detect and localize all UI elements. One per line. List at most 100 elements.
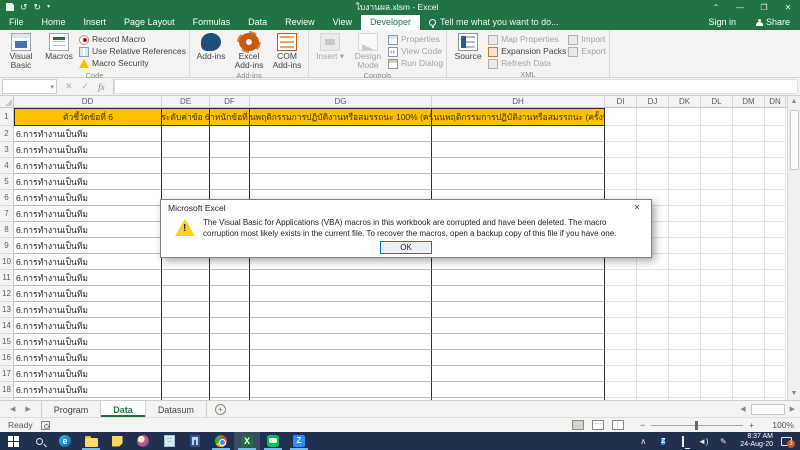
- cell-DJ18[interactable]: [637, 382, 669, 398]
- ribbon-tab-view[interactable]: View: [324, 15, 361, 30]
- cell-DE5[interactable]: [162, 174, 210, 190]
- export-button[interactable]: Export: [568, 46, 606, 57]
- macros-button[interactable]: Macros: [41, 32, 77, 61]
- cell-DI18[interactable]: [605, 382, 637, 398]
- cell-DN17[interactable]: [765, 366, 786, 382]
- cell-DF4[interactable]: [210, 158, 250, 174]
- cell-DM7[interactable]: [733, 206, 765, 222]
- cell-DH15[interactable]: [432, 334, 605, 350]
- cell-DG2[interactable]: [250, 126, 432, 142]
- row-header-11[interactable]: 11: [0, 270, 14, 286]
- column-header-DL[interactable]: DL: [701, 96, 733, 107]
- cell-DD2[interactable]: 6.การทำงานเป็นทีม: [14, 126, 162, 142]
- cell-DH14[interactable]: [432, 318, 605, 334]
- row-header-4[interactable]: 4: [0, 158, 14, 174]
- row-header-2[interactable]: 2: [0, 126, 14, 142]
- hscroll-right-icon[interactable]: ▶: [787, 405, 798, 413]
- ribbon-display-options-icon[interactable]: ⌃: [704, 3, 728, 12]
- start-button[interactable]: [0, 432, 26, 450]
- cell-DK11[interactable]: [669, 270, 701, 286]
- cell-DE3[interactable]: [162, 142, 210, 158]
- cell-DM12[interactable]: [733, 286, 765, 302]
- cell-DI2[interactable]: [605, 126, 637, 142]
- formula-input[interactable]: [114, 79, 798, 94]
- cell-DD15[interactable]: 6.การทำงานเป็นทีม: [14, 334, 162, 350]
- cell-DD8[interactable]: 6.การทำงานเป็นทีม: [14, 222, 162, 238]
- row-header-14[interactable]: 14: [0, 318, 14, 334]
- cell-DL14[interactable]: [701, 318, 733, 334]
- cell-DH2[interactable]: [432, 126, 605, 142]
- column-header-DN[interactable]: DN: [765, 96, 786, 107]
- sheet-tab-data[interactable]: Data: [101, 401, 146, 417]
- cell-DD19[interactable]: 6.การทำงานเป็นทีม: [14, 398, 162, 400]
- cell-DK18[interactable]: [669, 382, 701, 398]
- row-header-6[interactable]: 6: [0, 190, 14, 206]
- cell-DK1[interactable]: [669, 108, 701, 126]
- row-header-15[interactable]: 15: [0, 334, 14, 350]
- cell-DJ12[interactable]: [637, 286, 669, 302]
- cell-DG17[interactable]: [250, 366, 432, 382]
- cell-DD1[interactable]: ตัวชี้วัดข้อที่ 6: [14, 108, 162, 126]
- column-header-DM[interactable]: DM: [733, 96, 765, 107]
- taskbar-chrome-button[interactable]: [208, 432, 234, 450]
- cell-DN12[interactable]: [765, 286, 786, 302]
- ribbon-tab-formulas[interactable]: Formulas: [184, 15, 240, 30]
- redo-icon[interactable]: ↻: [34, 2, 42, 12]
- cell-DM3[interactable]: [733, 142, 765, 158]
- sheet-tab-datasum[interactable]: Datasum: [146, 401, 207, 417]
- cell-DK9[interactable]: [669, 238, 701, 254]
- cell-DL19[interactable]: [701, 398, 733, 400]
- cell-DG3[interactable]: [250, 142, 432, 158]
- column-header-DG[interactable]: DG: [250, 96, 432, 107]
- taskbar-clock[interactable]: 8:37 AM 24-Aug-20: [734, 433, 779, 449]
- cell-DL7[interactable]: [701, 206, 733, 222]
- cell-DF1[interactable]: น้ำหนักข้อที่ 6: [210, 108, 250, 126]
- hscroll-left-icon[interactable]: ◀: [737, 405, 748, 413]
- cell-DF3[interactable]: [210, 142, 250, 158]
- share-button[interactable]: Share: [746, 15, 800, 30]
- cell-DI19[interactable]: [605, 398, 637, 400]
- view-code-button[interactable]: View Code: [388, 46, 443, 57]
- zoom-out-icon[interactable]: −: [640, 420, 645, 430]
- cell-DE2[interactable]: [162, 126, 210, 142]
- cell-DG5[interactable]: [250, 174, 432, 190]
- cell-DF16[interactable]: [210, 350, 250, 366]
- taskbar-edge-button[interactable]: e: [52, 432, 78, 450]
- cell-DJ17[interactable]: [637, 366, 669, 382]
- column-header-DD[interactable]: DD: [14, 96, 162, 107]
- macro-security-button[interactable]: Macro Security: [79, 58, 186, 69]
- speaker-icon[interactable]: ◄): [694, 437, 712, 446]
- com-add-ins-button[interactable]: COM Add-ins: [269, 32, 305, 70]
- import-button[interactable]: Import: [568, 34, 606, 45]
- cell-DI14[interactable]: [605, 318, 637, 334]
- taskbar-paint-app-button[interactable]: [130, 432, 156, 450]
- cell-DL2[interactable]: [701, 126, 733, 142]
- column-header-DK[interactable]: DK: [669, 96, 701, 107]
- cell-DJ15[interactable]: [637, 334, 669, 350]
- cell-DE14[interactable]: [162, 318, 210, 334]
- cell-DN14[interactable]: [765, 318, 786, 334]
- cell-DJ19[interactable]: [637, 398, 669, 400]
- cell-DI3[interactable]: [605, 142, 637, 158]
- cell-DD12[interactable]: 6.การทำงานเป็นทีม: [14, 286, 162, 302]
- cell-DM10[interactable]: [733, 254, 765, 270]
- cell-DN11[interactable]: [765, 270, 786, 286]
- cell-DD10[interactable]: 6.การทำงานเป็นทีม: [14, 254, 162, 270]
- cell-DD17[interactable]: 6.การทำงานเป็นทีม: [14, 366, 162, 382]
- row-header-18[interactable]: 18: [0, 382, 14, 398]
- cell-DK3[interactable]: [669, 142, 701, 158]
- cell-DK13[interactable]: [669, 302, 701, 318]
- record-macro-button[interactable]: Record Macro: [79, 34, 186, 45]
- scroll-up-icon[interactable]: ▲: [791, 96, 798, 108]
- cell-DN5[interactable]: [765, 174, 786, 190]
- cell-DE12[interactable]: [162, 286, 210, 302]
- cell-DL4[interactable]: [701, 158, 733, 174]
- row-header-13[interactable]: 13: [0, 302, 14, 318]
- cell-DD16[interactable]: 6.การทำงานเป็นทีม: [14, 350, 162, 366]
- row-header-7[interactable]: 7: [0, 206, 14, 222]
- cell-DG12[interactable]: [250, 286, 432, 302]
- cell-DN16[interactable]: [765, 350, 786, 366]
- enter-icon[interactable]: ✓: [82, 81, 90, 92]
- row-header-10[interactable]: 10: [0, 254, 14, 270]
- row-header-1[interactable]: 1: [0, 108, 14, 126]
